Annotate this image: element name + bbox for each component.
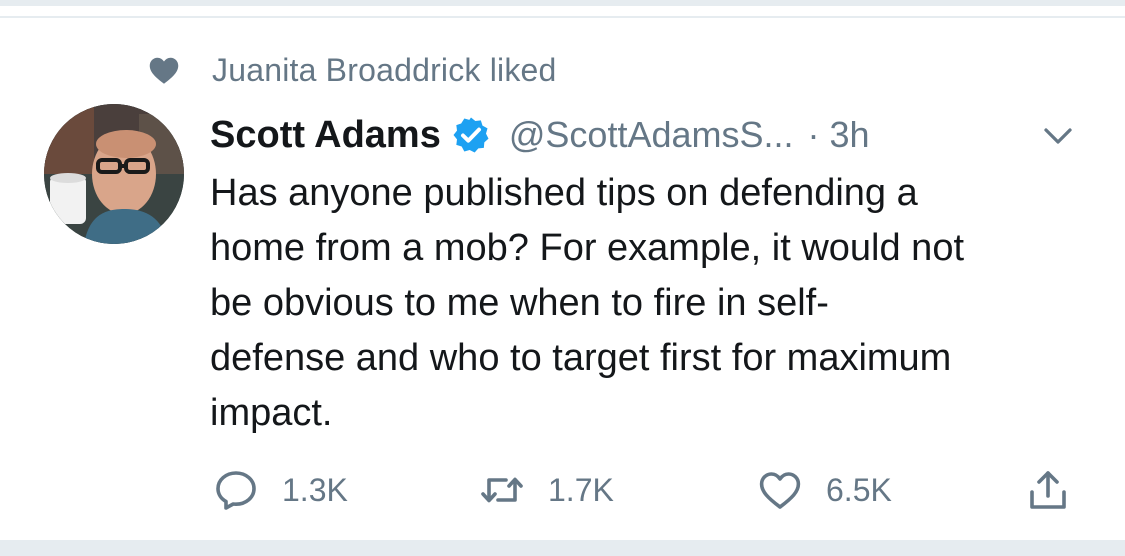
- avatar[interactable]: [44, 104, 184, 244]
- separator-dot: ·: [807, 114, 820, 155]
- retweet-count: 1.7K: [548, 471, 614, 508]
- like-count: 6.5K: [826, 471, 892, 508]
- social-context: Juanita Broaddrick liked: [146, 48, 557, 92]
- tweet-text-line: defense and who to target first for maxi…: [210, 337, 952, 379]
- tweet-text-line: be obvious to me when to fire in self-: [210, 282, 829, 324]
- reply-count: 1.3K: [282, 471, 348, 508]
- tweet-text: Has anyone published tips on defending a…: [210, 166, 1090, 441]
- chevron-down-icon[interactable]: [1040, 118, 1076, 154]
- retweet-icon: [481, 477, 523, 503]
- like-button[interactable]: 6.5K: [756, 460, 892, 520]
- reply-button[interactable]: 1.3K: [212, 460, 348, 520]
- tweet-text-line: home from a mob? For example, it would n…: [210, 227, 965, 269]
- tweet-text-line: Has anyone published tips on defending a: [210, 172, 918, 214]
- tweet-timestamp[interactable]: 3h: [830, 114, 870, 156]
- tweet-text-line: impact.: [210, 392, 333, 434]
- author-handle[interactable]: @ScottAdamsS...: [509, 114, 794, 156]
- retweet-button[interactable]: 1.7K: [478, 460, 614, 520]
- verified-badge-icon: [453, 117, 489, 153]
- heart-icon: [149, 57, 179, 84]
- reply-icon: [216, 471, 256, 510]
- like-heart-icon: [759, 472, 801, 509]
- tweet-header: Scott Adams @ScottAdamsS... · 3h: [210, 110, 1090, 160]
- top-divider: [0, 0, 1125, 6]
- tweet-actions: 1.3K 1.7K 6.5K: [0, 460, 1125, 520]
- share-button[interactable]: [1024, 460, 1072, 520]
- bottom-divider: [0, 540, 1125, 556]
- author-name[interactable]: Scott Adams: [210, 114, 441, 157]
- share-icon: [1030, 471, 1066, 509]
- tweet-card[interactable]: Juanita Broaddrick liked Scott Adams @Sc…: [0, 18, 1125, 540]
- avatar-image: [44, 104, 184, 244]
- social-context-text[interactable]: Juanita Broaddrick liked: [212, 52, 557, 89]
